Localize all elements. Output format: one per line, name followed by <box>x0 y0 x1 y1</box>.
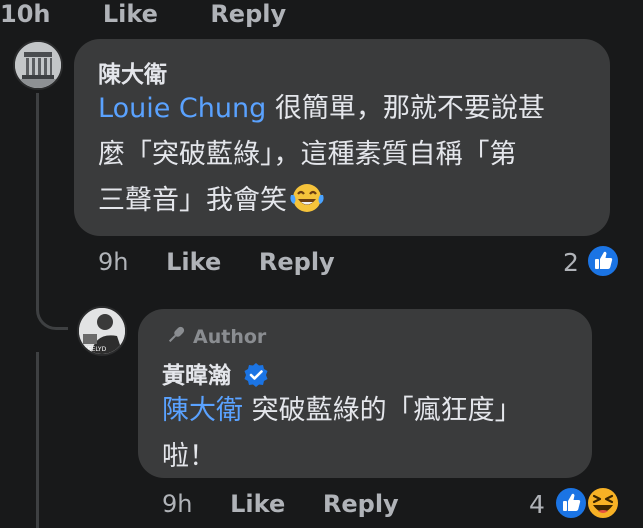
comment-line: 啦！ <box>162 441 216 472</box>
reply-actions: 9h Like Reply <box>162 490 399 518</box>
profile-photo-icon: SEELYD <box>79 308 125 354</box>
mention-link[interactable]: 陳大衛 <box>162 395 243 426</box>
svg-text:SEELYD: SEELYD <box>84 346 107 353</box>
comment-author-name[interactable]: 黃暐瀚 <box>162 363 231 389</box>
reaction-count[interactable]: 4 <box>529 490 545 519</box>
comment-line: Louie Chung 很簡單，那就不要說甚 <box>98 86 598 132</box>
comment-line: 麼「突破藍綠」，這種素質自稱「第 <box>98 139 517 170</box>
previous-reply-link[interactable]: Reply <box>210 0 286 28</box>
microphone-icon <box>168 326 185 343</box>
avatar[interactable] <box>13 40 63 90</box>
reply-timestamp[interactable]: 9h <box>162 490 192 518</box>
comment-text-segment: 突破藍綠的「瘋狂度」 <box>251 395 522 426</box>
comment-author: 黃暐瀚 <box>162 356 269 390</box>
author-badge: Author <box>165 324 266 348</box>
reply-body: 陳大衛 突破藍綠的「瘋狂度」 啦！ <box>162 388 582 480</box>
like-link[interactable]: Like <box>166 248 221 276</box>
reply-link[interactable]: Reply <box>323 490 399 518</box>
mention-link[interactable]: Louie Chung <box>98 93 266 124</box>
building-avatar-icon <box>15 42 61 88</box>
verified-badge-icon <box>244 363 268 387</box>
thread-line <box>36 352 39 528</box>
reply-link[interactable]: Reply <box>259 248 335 276</box>
comment-bubble: 陳大衛 Louie Chung 很簡單，那就不要說甚 麼「突破藍綠」，這種素質自… <box>74 39 610 236</box>
laughing-tears-emoji-icon <box>290 184 324 212</box>
previous-time: 10h <box>0 0 51 28</box>
previous-comment-actions: 10h Like Reply <box>0 0 643 28</box>
avatar[interactable]: SEELYD <box>77 306 127 356</box>
like-reaction-icon[interactable] <box>586 244 620 278</box>
thread-reply-connector <box>36 300 68 330</box>
comment-timestamp[interactable]: 9h <box>98 248 128 276</box>
comment-text-segment: 三聲音」我會笑 <box>98 185 287 216</box>
like-reaction-icon[interactable] <box>554 486 588 520</box>
comment-actions: 9h Like Reply <box>98 248 335 276</box>
haha-reaction-icon[interactable] <box>585 485 621 521</box>
comment-author[interactable]: 陳大衛 <box>98 55 167 89</box>
comment-text-segment: 很簡單，那就不要說甚 <box>274 93 545 124</box>
comment-line: 陳大衛 突破藍綠的「瘋狂度」 <box>162 388 582 434</box>
previous-like-link[interactable]: Like <box>103 0 158 28</box>
author-badge-label: Author <box>193 326 267 348</box>
comment-body: Louie Chung 很簡單，那就不要說甚 麼「突破藍綠」，這種素質自稱「第 … <box>98 86 598 224</box>
reaction-count[interactable]: 2 <box>563 248 579 277</box>
like-link[interactable]: Like <box>230 490 285 518</box>
thread-line <box>36 93 39 308</box>
comment-line: 三聲音」我會笑 <box>98 178 598 224</box>
